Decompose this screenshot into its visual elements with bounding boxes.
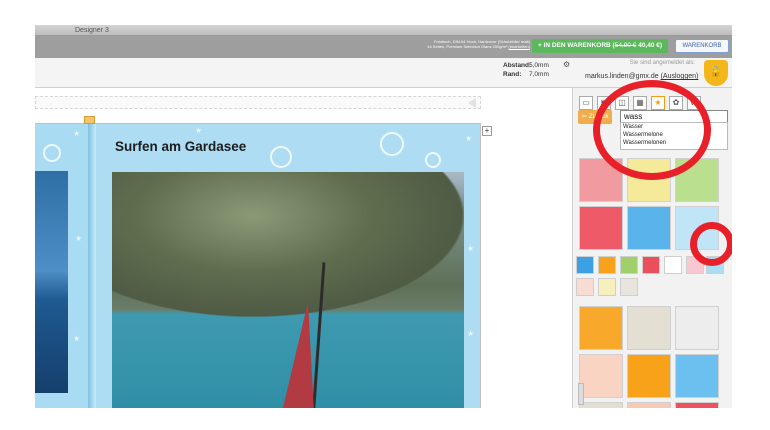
page-title[interactable]: Surfen am Gardasee [115,139,246,154]
sun-decoration-icon [43,144,61,162]
old-price: 54,90 € [614,42,637,49]
spacing-value[interactable]: 5,0mm [529,62,549,69]
spacing-label: Abstand: [503,62,532,69]
color-swatch[interactable] [598,278,616,296]
main-photo[interactable] [112,172,464,408]
spacing-settings: Abstand:5,0mm Rand: 7,0mm [503,61,549,79]
tab-layouts-icon[interactable]: ▭ [579,96,593,110]
border-label: Rand: [503,71,522,78]
sun-decoration-icon [270,146,292,168]
border-value[interactable]: 7,0mm [529,71,549,78]
color-swatch[interactable] [598,256,616,274]
add-element-button[interactable]: + [482,126,492,136]
background-swatch[interactable] [627,354,671,398]
page-spread[interactable]: ★ ★ ★ ★ ★ ★ ★ Surfen am Gardasee [35,116,481,408]
background-swatch[interactable] [627,306,671,350]
sun-decoration-icon [425,152,441,168]
color-swatch[interactable] [642,256,660,274]
edit-link[interactable]: (bearbeiten) [508,44,530,49]
color-swatch[interactable] [620,278,638,296]
star-decoration-icon: ★ [467,329,475,338]
app-window: Designer 3 Fotobuch, DIN A4 Hoch, Hardco… [35,25,732,408]
color-swatch[interactable] [664,256,682,274]
page-ruler [35,96,481,109]
editor-canvas[interactable]: ★ ★ ★ ★ ★ ★ ★ Surfen am Gardasee + [35,88,572,408]
gear-icon[interactable]: ⚙ [563,60,570,69]
page-handle[interactable] [84,116,95,124]
add-to-cart-button[interactable]: + IN DEN WARENKORB (54,90 € 40,40 €) [532,39,668,53]
title-bar: Designer 3 [35,25,732,36]
lock-icon[interactable]: 🔓 [704,60,728,86]
color-swatch[interactable] [620,256,638,274]
collapse-arrow-icon[interactable] [468,98,476,108]
user-info: markus.linden@gmx.de (Ausloggen) [585,73,698,80]
star-decoration-icon: ★ [195,126,203,135]
color-swatch[interactable] [576,278,594,296]
cart-link-button[interactable]: WARENKORB [675,39,729,53]
new-price: 40,40 € [638,42,660,49]
background-swatch[interactable] [579,306,623,350]
background-swatch[interactable] [627,206,671,250]
sidebar-scrollbar[interactable] [578,383,584,405]
left-page-photo[interactable] [35,171,68,393]
background-swatch[interactable] [627,402,671,408]
add-to-cart-label: + IN DEN WARENKORB [537,42,611,49]
left-page[interactable]: ★ ★ ★ [35,124,88,408]
photo-mountain [112,172,464,317]
login-label: Sie sind angemeldet als: [629,60,695,66]
star-decoration-icon: ★ [75,234,83,243]
background-swatch[interactable] [579,402,623,408]
product-line-2: 44 Seiten, Premium Selection Glanz 200g/… [427,44,530,49]
color-swatch[interactable] [576,256,594,274]
star-decoration-icon: ★ [73,334,81,343]
sun-decoration-icon [380,132,404,156]
highlight-circle [593,80,711,180]
background-swatch[interactable] [579,354,623,398]
star-decoration-icon: ★ [465,134,473,143]
window-title: Designer 3 [75,27,109,34]
page-gutter [88,124,96,408]
logout-link[interactable]: (Ausloggen) [661,73,699,80]
star-decoration-icon: ★ [467,244,475,253]
background-swatch[interactable] [675,354,719,398]
top-bar: Fotobuch, DIN A4 Hoch, Hardcover (Schutz… [35,36,732,58]
user-email: markus.linden@gmx.de [585,73,659,80]
background-swatch[interactable] [675,402,719,408]
product-info: Fotobuch, DIN A4 Hoch, Hardcover (Schutz… [395,39,530,49]
background-swatch[interactable] [675,306,719,350]
highlight-circle [690,222,732,266]
star-decoration-icon: ★ [73,129,81,138]
background-swatch[interactable] [579,206,623,250]
photo-sail [282,302,314,408]
